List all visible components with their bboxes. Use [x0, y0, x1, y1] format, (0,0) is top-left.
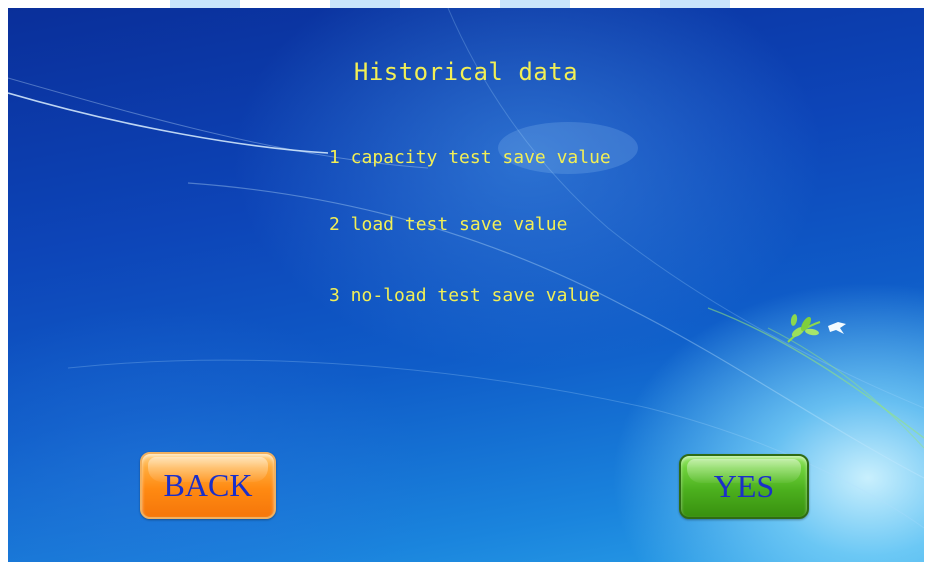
top-edge-accent	[500, 0, 570, 8]
device-frame: Historical data 1 capacity test save val…	[0, 0, 928, 562]
hmi-screen: Historical data 1 capacity test save val…	[8, 8, 924, 562]
back-button[interactable]: BACK	[140, 452, 276, 519]
bird-and-leaves-icon	[787, 314, 846, 343]
menu-item-capacity-test[interactable]: 1 capacity test save value	[329, 147, 611, 168]
top-edge-accent	[660, 0, 730, 8]
menu-item-no-load-test[interactable]: 3 no-load test save value	[329, 285, 600, 306]
yes-button[interactable]: YES	[679, 454, 809, 519]
top-edge-accent	[330, 0, 400, 8]
menu-item-load-test[interactable]: 2 load test save value	[329, 214, 567, 235]
page-title: Historical data	[353, 58, 579, 86]
yes-button-label: YES	[713, 468, 775, 504]
back-button-label: BACK	[163, 467, 253, 503]
top-edge-accent	[170, 0, 240, 8]
